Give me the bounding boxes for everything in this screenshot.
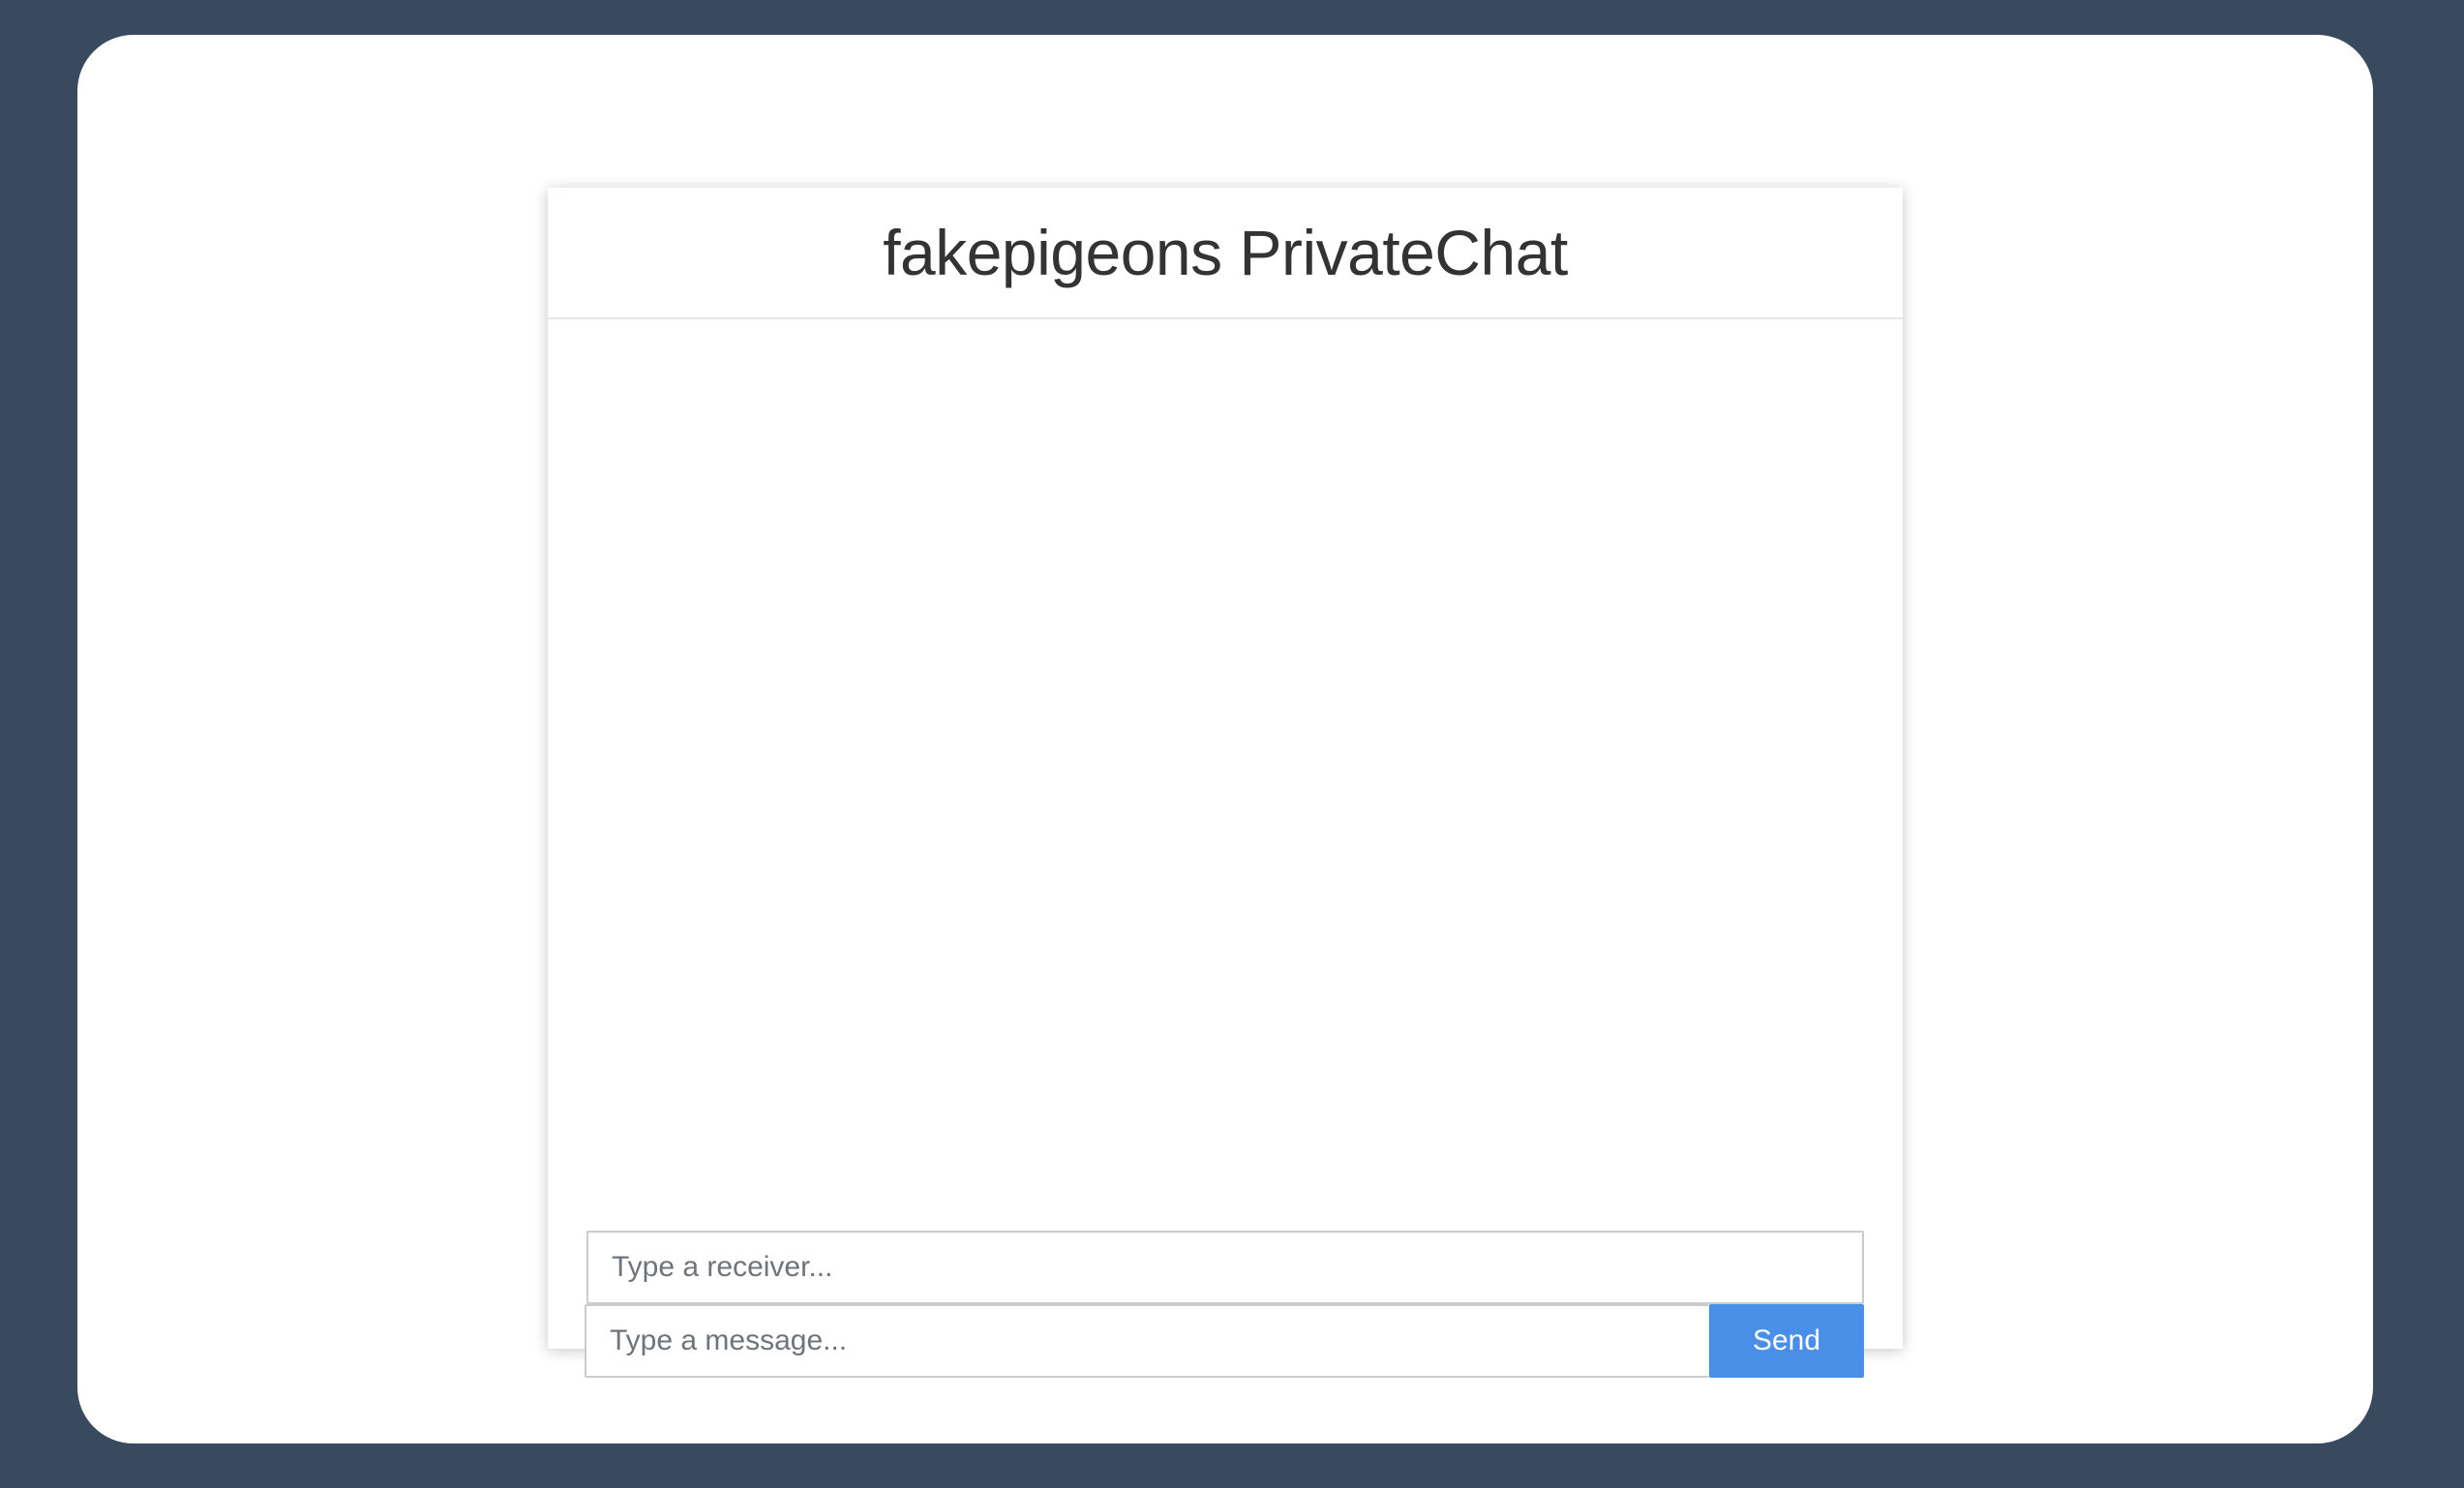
message-list[interactable] bbox=[548, 319, 1903, 1316]
message-composer: Send bbox=[585, 1304, 1864, 1378]
chat-panel: fakepigeons PrivateChat bbox=[548, 188, 1903, 1349]
receiver-input[interactable] bbox=[586, 1231, 1864, 1304]
message-input[interactable] bbox=[585, 1304, 1709, 1378]
page-title: fakepigeons PrivateChat bbox=[883, 217, 1568, 288]
chat-header: fakepigeons PrivateChat bbox=[548, 188, 1903, 319]
send-button[interactable]: Send bbox=[1709, 1304, 1864, 1378]
receiver-row bbox=[586, 1231, 1864, 1304]
